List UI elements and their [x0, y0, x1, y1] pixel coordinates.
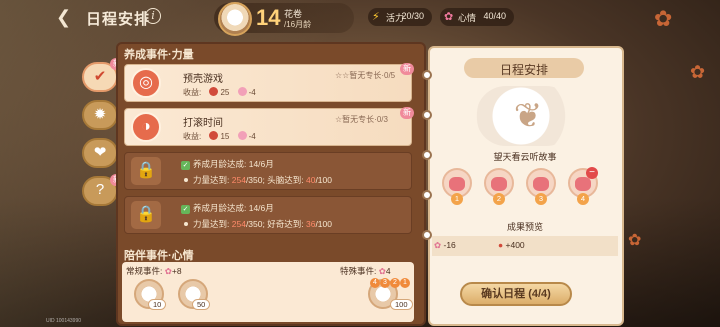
page-title: 日程安排 — [86, 11, 151, 28]
slot-number: 4 — [577, 193, 589, 205]
fox-icon: ❦ — [513, 97, 543, 135]
binder-ring — [422, 70, 432, 80]
event-card[interactable]: ◑ 打滚时间 ☆暂无专长·0/3 收益: 15 -4 — [124, 108, 412, 146]
mood-stat: ✿ 心情 40/40 — [440, 8, 514, 26]
lock-icon: 🔒 — [131, 201, 161, 229]
companion-title: 陪伴事件·心情 — [124, 250, 194, 262]
top-bar: ❮ 日程安排 i 14 花卷 /16月龄 ⚡ 活力 20/30 ✿ 心情 40/… — [0, 0, 720, 36]
lock-icon: 🔒 — [131, 157, 161, 185]
binder-ring — [422, 110, 432, 120]
pet-month: /16月龄 — [284, 20, 312, 29]
event-gains: 收益: 15 -4 — [183, 131, 256, 141]
flower-icon: ✿ — [444, 11, 454, 23]
mood-icon — [237, 87, 247, 96]
sequence-badge: 1 — [400, 278, 410, 288]
event-gains: 收益: 25 -4 — [183, 87, 256, 97]
energy-stat: ⚡ 活力 20/30 — [368, 8, 432, 26]
slot-badge: 100 — [390, 299, 413, 310]
slot-number: 3 — [535, 193, 547, 205]
strength-icon — [209, 131, 219, 140]
special-events-label: 特殊事件: ✿4 — [340, 266, 391, 276]
tab-emotion[interactable]: ❤ — [82, 138, 118, 168]
age-requirement: ✓ 养成月龄达成: 14/6月 — [181, 159, 274, 170]
lightbulb-icon: ✹ — [93, 106, 107, 123]
info-icon[interactable]: i — [145, 8, 161, 24]
event-name: 打滚时间 — [183, 118, 223, 129]
event-speciality: ☆暂无专长·0/3 — [335, 115, 388, 124]
event-card[interactable]: ◎ 预壳游戏 ☆☆暂无专长·0/5 收益: 25 -4 — [124, 64, 412, 102]
mood-icon — [237, 131, 247, 140]
check-icon: ✓ — [181, 205, 190, 214]
age-requirement: ✓ 养成月龄达成: 14/6月 — [181, 203, 274, 214]
confirm-schedule-button[interactable]: 确认日程 (4/4) — [460, 282, 572, 306]
check-icon: ✓ — [181, 161, 190, 170]
remove-icon[interactable]: − — [586, 167, 598, 179]
sequence-badge: 3 — [380, 278, 390, 288]
sequence-badge: 2 — [390, 278, 400, 288]
stat-requirement: 力量达到: 254/350; 好奇达到: 36/100 — [181, 218, 332, 230]
slot-number: 1 — [451, 193, 463, 205]
strength-icon: ● — [498, 240, 504, 250]
strength-icon — [209, 87, 219, 96]
binder-ring — [422, 150, 432, 160]
pet-age: 14 — [256, 5, 281, 30]
rolling-icon: ◑ — [131, 112, 161, 142]
binder-ring — [422, 230, 432, 240]
new-badge: 新 — [400, 63, 414, 75]
regular-events-label: 常规事件: ✿+8 — [126, 266, 182, 276]
maple-leaf-icon: ✿ — [628, 232, 642, 249]
slot-badge: 10 — [148, 299, 167, 310]
section-title: 养成事件·力量 — [124, 49, 194, 61]
locked-event-card[interactable]: 🔒 ✓ 养成月龄达成: 14/6月 力量达到: 254/350; 好奇达到: 36… — [124, 196, 412, 234]
mood-label: 心情 — [458, 13, 477, 23]
slot-number: 2 — [493, 193, 505, 205]
flower-icon: ✿ — [434, 240, 442, 250]
mood-value: 40/40 — [483, 11, 506, 21]
maple-leaf-icon: ✿ — [690, 62, 706, 82]
energy-value: 20/30 — [401, 11, 424, 21]
preview-bar — [432, 236, 618, 256]
sequence-badge: 4 — [370, 278, 380, 288]
event-speciality: ☆☆暂无专长·0/5 — [335, 71, 396, 80]
pet-avatar[interactable] — [218, 2, 252, 36]
preview-strength: ● +400 — [498, 240, 525, 250]
locked-event-card[interactable]: 🔒 ✓ 养成月龄达成: 14/6月 力量达到: 254/350; 头脑达到: 40… — [124, 152, 412, 190]
notebook-title: 日程安排 — [499, 63, 548, 77]
binder-ring — [422, 190, 432, 200]
shell-game-icon: ◎ — [131, 68, 161, 98]
uid-label: UID 100143990 — [46, 318, 82, 324]
activity-caption: 望天看云听故事 — [493, 152, 557, 162]
slot-badge: 50 — [192, 299, 211, 310]
lightning-icon: ⚡ — [372, 11, 380, 23]
stat-requirement: 力量达到: 254/350; 头脑达到: 40/100 — [181, 174, 332, 186]
heart-icon: ❤ — [93, 144, 107, 161]
preview-label: 成果预览 — [506, 222, 543, 232]
event-name: 预壳游戏 — [183, 74, 223, 85]
check-icon: ✔ — [93, 68, 107, 85]
preview-mood: ✿ -16 — [434, 240, 456, 250]
new-badge: 新 — [400, 107, 414, 119]
back-button[interactable]: ❮ — [56, 7, 78, 29]
tab-intellect[interactable]: ✹ — [82, 100, 118, 130]
